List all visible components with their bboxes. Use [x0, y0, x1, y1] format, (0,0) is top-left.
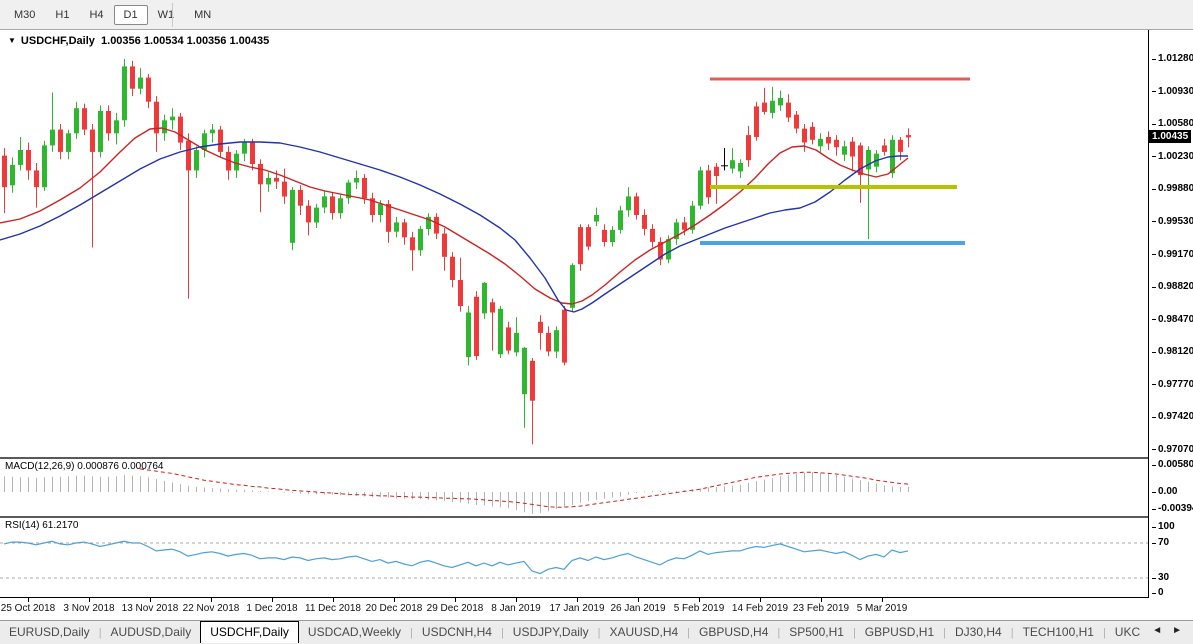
- timeframe-button-mn[interactable]: MN: [184, 5, 221, 25]
- timeframe-button-d1[interactable]: D1: [113, 5, 148, 25]
- date-tick: [821, 598, 822, 602]
- date-tick: [211, 598, 212, 602]
- macd-axis-label: 0.005802: [1152, 459, 1193, 470]
- chart-tab-usdjpy[interactable]: USDJPY,Daily: [504, 622, 598, 643]
- date-axis-label: 17 Jan 2019: [549, 603, 605, 614]
- macd-panel[interactable]: MACD(12,26,9) 0.000876 0.000764: [0, 459, 1148, 518]
- toolbar-divider: [172, 3, 173, 27]
- macd-axis-label: 0.00: [1152, 486, 1177, 497]
- date-axis-label: 25 Oct 2018: [0, 603, 56, 614]
- chart-tab-gbpusd[interactable]: GBPUSD,H1: [856, 622, 943, 643]
- date-axis-label: 1 Dec 2018: [246, 603, 298, 614]
- date-tick: [333, 598, 334, 602]
- tab-scroll-right-icon[interactable]: ►: [1172, 625, 1182, 636]
- price-axis[interactable]: 1.01280 1.00930 1.00580 1.00230 0.99880 0.995…: [1148, 30, 1193, 598]
- date-axis-label: 22 Nov 2018: [182, 603, 240, 614]
- main-chart-panel[interactable]: ▼ USDCHF,Daily 1.00356 1.00534 1.00356 1.…: [0, 30, 1148, 459]
- rsi-label: RSI(14) 61.2170: [5, 520, 79, 531]
- chart-tab-usdcnh[interactable]: USDCNH,H4: [413, 622, 501, 643]
- price-axis-label: 1.01280: [1152, 53, 1193, 64]
- mt4-window: M30 H1 H4 D1 W1 MN ▼ USDCHF,Daily 1.00356 1.00…: [0, 0, 1193, 644]
- timeframe-button-h1[interactable]: H1: [45, 5, 79, 25]
- date-tick: [89, 598, 90, 602]
- chart-tab-bar: EURUSD,Daily | AUDUSD,Daily USDCHF,Daily USD…: [0, 620, 1193, 644]
- date-axis-label: 13 Nov 2018: [121, 603, 179, 614]
- timeframe-button-w1[interactable]: W1: [148, 5, 185, 25]
- timeframe-button-m30[interactable]: M30: [4, 5, 45, 25]
- macd-chart[interactable]: [0, 459, 1148, 516]
- date-axis-label: 14 Feb 2019: [731, 603, 789, 614]
- chart-tab-xauusd[interactable]: XAUUSD,H4: [600, 622, 687, 643]
- date-axis[interactable]: 25 Oct 2018 3 Nov 2018 13 Nov 2018 22 Nov 2…: [0, 598, 1148, 621]
- date-tick: [699, 598, 700, 602]
- chart-title: ▼ USDCHF,Daily 1.00356 1.00534 1.00356 1.…: [8, 35, 269, 47]
- price-axis-label: 0.97420: [1152, 411, 1193, 422]
- date-axis-label: 3 Nov 2018: [63, 603, 115, 614]
- date-axis-label: 5 Feb 2019: [673, 603, 725, 614]
- date-tick: [577, 598, 578, 602]
- rsi-axis-label: 30: [1152, 572, 1169, 583]
- candlestick-chart[interactable]: [0, 30, 1148, 457]
- date-axis-label: 23 Feb 2019: [792, 603, 850, 614]
- chart-tab-usdchf[interactable]: USDCHF,Daily: [200, 621, 299, 643]
- price-axis-label: 0.98120: [1152, 346, 1193, 357]
- chart-tab-tech100[interactable]: TECH100,H1: [1014, 622, 1103, 643]
- timeframe-button-h4[interactable]: H4: [79, 5, 113, 25]
- date-axis-label: 26 Jan 2019: [610, 603, 666, 614]
- rsi-panel[interactable]: RSI(14) 61.2170: [0, 518, 1148, 598]
- timeframe-toolbar: M30 H1 H4 D1 W1 MN: [0, 0, 1193, 30]
- chart-region: ▼ USDCHF,Daily 1.00356 1.00534 1.00356 1.…: [0, 30, 1193, 621]
- chart-tab-dj30[interactable]: DJ30,H4: [946, 622, 1011, 643]
- date-tick: [150, 598, 151, 602]
- price-axis-label: 0.98470: [1152, 314, 1193, 325]
- date-tick: [882, 598, 883, 602]
- date-axis-label: 20 Dec 2018: [365, 603, 423, 614]
- date-tick: [28, 598, 29, 602]
- date-tick: [760, 598, 761, 602]
- price-axis-label: 1.00580: [1152, 118, 1193, 129]
- rsi-chart[interactable]: [0, 518, 1148, 597]
- tab-scroll-left-icon[interactable]: ◄: [1152, 625, 1162, 636]
- price-axis-label: 0.97070: [1152, 444, 1193, 455]
- price-axis-label: 0.99880: [1152, 183, 1193, 194]
- rsi-axis-label: 0: [1152, 587, 1164, 598]
- current-price-badge: 1.00435: [1148, 130, 1192, 144]
- chart-tab-usdcad[interactable]: USDCAD,Weekly: [299, 622, 410, 643]
- chart-symbol-label: USDCHF,Daily: [20, 35, 95, 47]
- price-axis-label: 0.97770: [1152, 379, 1193, 390]
- price-axis-label: 0.99170: [1152, 249, 1193, 260]
- chart-dropdown-icon[interactable]: ▼: [8, 36, 16, 45]
- date-tick: [638, 598, 639, 602]
- chart-ohlc-quote: 1.00356 1.00534 1.00356 1.00435: [101, 35, 270, 47]
- price-axis-label: 0.98820: [1152, 281, 1193, 292]
- tab-scroll-arrows: ◄ ►: [1141, 621, 1191, 644]
- date-tick: [516, 598, 517, 602]
- date-tick: [394, 598, 395, 602]
- price-axis-label: 0.99530: [1152, 216, 1193, 227]
- date-axis-label: 29 Dec 2018: [426, 603, 484, 614]
- chart-tab-audusd[interactable]: AUDUSD,Daily: [102, 622, 201, 643]
- rsi-axis-label: 70: [1152, 537, 1169, 548]
- date-axis-label: 5 Mar 2019: [856, 603, 908, 614]
- rsi-axis-label: 100: [1152, 521, 1175, 532]
- macd-axis-label: -0.003945: [1152, 503, 1193, 514]
- date-axis-label: 8 Jan 2019: [491, 603, 541, 614]
- chart-tab-eurusd[interactable]: EURUSD,Daily: [0, 622, 99, 643]
- date-tick: [455, 598, 456, 602]
- chart-tab-sp500[interactable]: SP500,H1: [780, 622, 853, 643]
- date-tick: [272, 598, 273, 602]
- price-axis-label: 1.00230: [1152, 151, 1193, 162]
- date-axis-label: 11 Dec 2018: [305, 603, 361, 614]
- chart-tab-gbpusd[interactable]: GBPUSD,H4: [690, 622, 777, 643]
- macd-label: MACD(12,26,9) 0.000876 0.000764: [5, 461, 164, 472]
- price-axis-label: 1.00930: [1152, 86, 1193, 97]
